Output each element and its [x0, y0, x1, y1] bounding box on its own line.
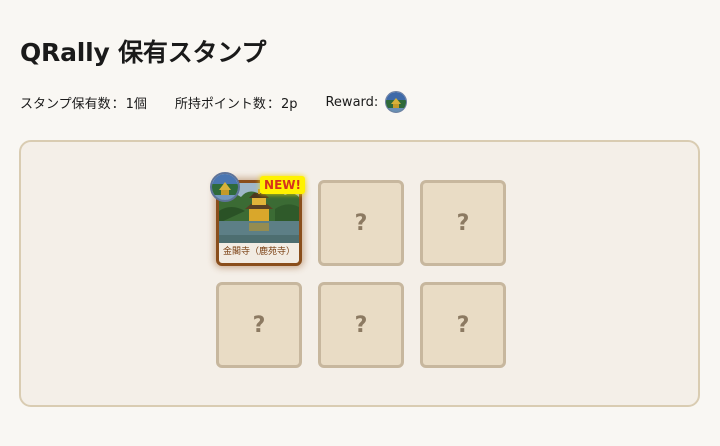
locked-placeholder: ? [354, 210, 368, 236]
stamp-slot-locked[interactable]: ? [318, 282, 404, 368]
stats-bar: スタンプ保有数：1個 所持ポイント数：2p Reward: [20, 90, 408, 114]
reward-label: Reward: [325, 94, 379, 110]
stamp-caption: 金閣寺（鹿苑寺） [222, 247, 295, 257]
stamp-count-label: スタンプ保有数 [20, 96, 111, 112]
locked-placeholder: ? [456, 312, 470, 338]
stamp-slot-locked[interactable]: ? [216, 282, 302, 368]
stamp-count: スタンプ保有数：1個 [20, 96, 147, 112]
stamp-slot-locked[interactable]: ? [420, 282, 506, 368]
points-label: 所持ポイント数 [174, 96, 266, 112]
locked-placeholder: ? [456, 210, 470, 236]
stamp-slot-locked[interactable]: ? [318, 180, 404, 266]
stamp-grid-panel: 金閣寺（鹿苑寺） NEW! ? ? ? ? ? [19, 140, 700, 407]
new-badge: NEW! [260, 176, 305, 194]
points-count: 所持ポイント数：2p [174, 96, 298, 112]
stamp-slot-locked[interactable]: ? [420, 180, 506, 266]
stamp-count-value: 1個 [125, 96, 147, 112]
page-title: QRally 保有スタンプ [20, 38, 267, 67]
stamp-card-kinkakuji[interactable]: 金閣寺（鹿苑寺） NEW! [210, 172, 305, 266]
reward: Reward: [325, 91, 408, 113]
locked-placeholder: ? [354, 312, 368, 338]
points-value: 2p [280, 96, 298, 112]
locked-placeholder: ? [252, 312, 266, 338]
temple-badge-icon [210, 172, 240, 202]
temple-badge-icon[interactable] [385, 91, 408, 113]
